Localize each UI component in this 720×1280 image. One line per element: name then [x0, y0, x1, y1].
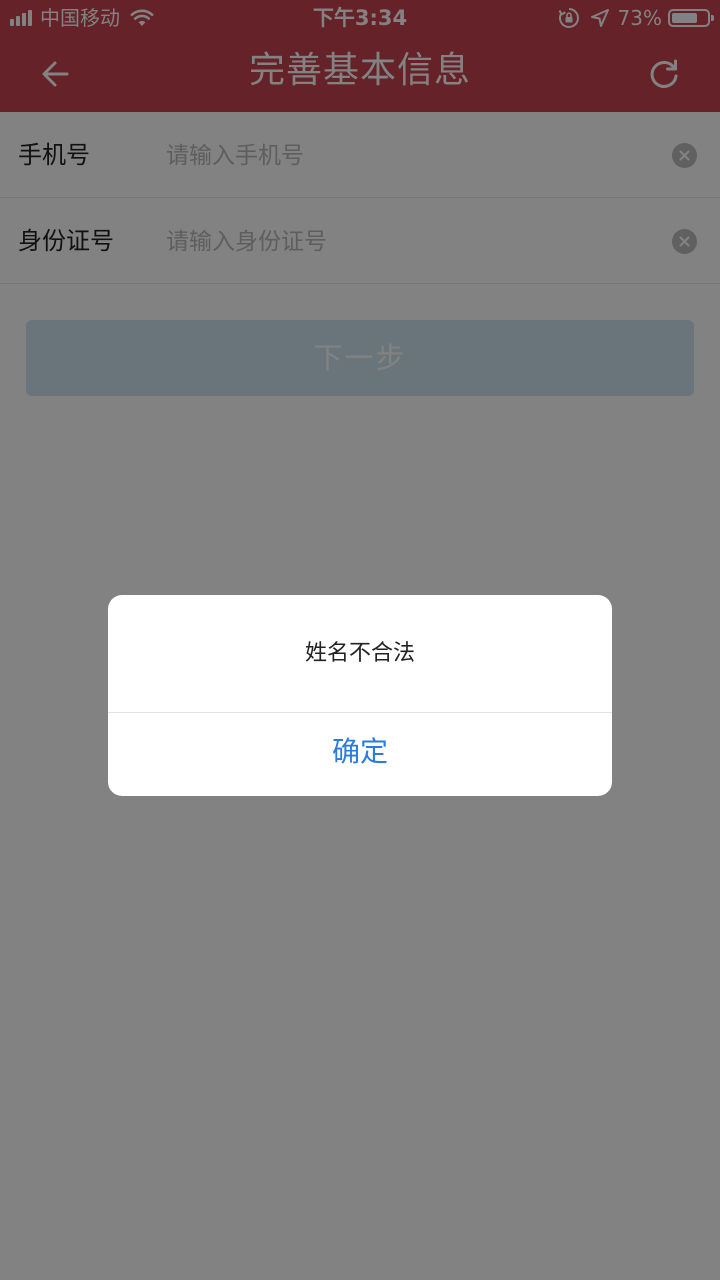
alert-dialog: 姓名不合法 确定 [108, 595, 612, 796]
confirm-button[interactable]: 确定 [108, 713, 612, 796]
dialog-message: 姓名不合法 [108, 595, 612, 713]
